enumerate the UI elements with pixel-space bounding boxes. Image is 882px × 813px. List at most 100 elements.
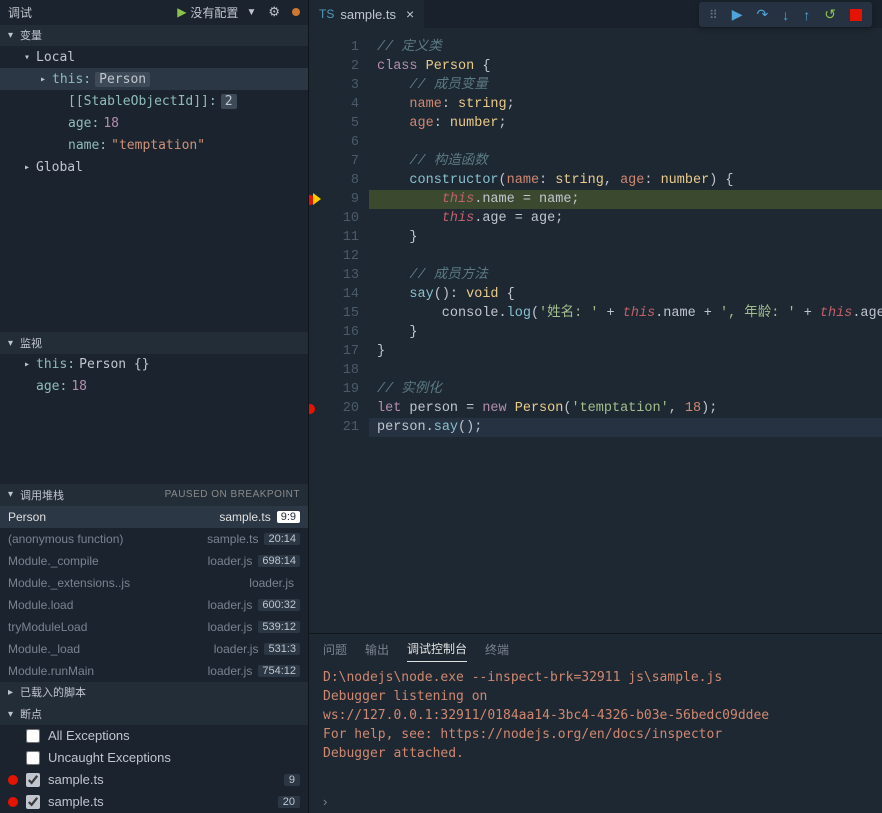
debug-console-prompt[interactable]: › [309,790,882,813]
var-age[interactable]: age:18 [0,112,308,134]
continue-button[interactable]: ▶ [732,6,743,23]
code-line[interactable]: console.log('姓名: ' + this.name + ', 年龄: … [377,304,882,323]
main-area: TS sample.ts × ⠿ ▶ ↷ ↓ ↑ ↺ 1234567891011… [309,0,882,813]
callstack-section-label: 调用堆栈 [20,487,64,503]
debug-console-output: D:\nodejs\node.exe --inspect-brk=32911 j… [309,664,882,790]
breakpoints-body: All Exceptions Uncaught Exceptions sampl… [0,725,308,813]
code-line[interactable]: say(): void { [377,285,882,304]
step-over-button[interactable]: ↷ [757,6,769,23]
debug-toolbar[interactable]: ⠿ ▶ ↷ ↓ ↑ ↺ [699,2,872,27]
callstack-frame[interactable]: Module.runMainloader.js754:12 [0,660,308,682]
code-line[interactable] [377,247,882,266]
step-out-button[interactable]: ↑ [803,7,810,23]
callstack-frame[interactable]: Module._extensions..jsloader.js [0,572,308,594]
console-line: For help, see: https://nodejs.org/en/doc… [323,725,868,744]
callstack-frame[interactable]: Personsample.ts9:9 [0,506,308,528]
watch-item[interactable]: ▸this:Person {} [0,354,308,376]
callstack-section-header[interactable]: ▾ 调用堆栈 PAUSED ON BREAKPOINT [0,484,308,506]
bp-uncaught-exceptions[interactable]: Uncaught Exceptions [0,747,308,769]
bp-all-exceptions-checkbox[interactable] [26,729,40,743]
breakpoints-section-header[interactable]: ▾ 断点 [0,703,308,725]
loaded-scripts-header[interactable]: ▸ 已载入的脚本 [0,682,308,704]
typescript-file-icon: TS [319,7,334,21]
breakpoint-item[interactable]: sample.ts20 [0,791,308,813]
code-line[interactable]: // 构造函数 [377,152,882,171]
scope-local[interactable]: ▾Local [0,46,308,68]
code-line[interactable]: class Person { [377,57,882,76]
code-line[interactable]: name: string; [377,95,882,114]
stop-button[interactable] [850,9,862,21]
code-line[interactable] [377,361,882,380]
code-line[interactable]: person.say(); [369,418,882,437]
var-stableobjectid[interactable]: [[StableObjectId]]:2 [0,90,308,112]
code-line[interactable]: constructor(name: string, age: number) { [377,171,882,190]
step-into-button[interactable]: ↓ [782,7,789,23]
bp-uncaught-exceptions-checkbox[interactable] [26,751,40,765]
panel-tab[interactable]: 终端 [485,637,509,662]
drag-grip-icon[interactable]: ⠿ [709,8,718,22]
watch-section-header[interactable]: ▾ 监视 [0,332,308,354]
callstack-frame[interactable]: Module.loadloader.js600:32 [0,594,308,616]
console-line: Debugger listening on [323,687,868,706]
code-line[interactable]: // 实例化 [377,380,882,399]
breakpoint-checkbox[interactable] [26,795,40,809]
watch-body: ▸this:Person {}age:18 [0,354,308,484]
code-editor[interactable]: 123456789101112131415161718192021 // 定义类… [309,28,882,633]
console-line: D:\nodejs\node.exe --inspect-brk=32911 j… [323,668,868,687]
breakpoint-dot-icon [8,797,18,807]
breakpoint-checkbox[interactable] [26,773,40,787]
tab-sample-ts[interactable]: TS sample.ts × [309,0,424,28]
restart-button[interactable]: ↺ [824,6,836,23]
code-line[interactable]: } [377,323,882,342]
variables-section-label: 变量 [20,27,42,43]
debug-config-label[interactable]: 没有配置 [190,4,238,21]
bp-all-exceptions[interactable]: All Exceptions [0,725,308,747]
editor-tabbar: TS sample.ts × ⠿ ▶ ↷ ↓ ↑ ↺ [309,0,882,28]
scope-global[interactable]: ▸Global [0,156,308,178]
gear-icon[interactable]: ⚙ [268,4,280,20]
chevron-down-icon: ▾ [8,489,20,500]
code-content[interactable]: // 定义类class Person { // 成员变量 name: strin… [369,28,882,633]
watch-section-label: 监视 [20,335,42,351]
variables-section-header[interactable]: ▾ 变量 [0,25,308,47]
code-line[interactable]: // 定义类 [377,38,882,57]
breakpoint-item[interactable]: sample.ts9 [0,769,308,791]
code-line[interactable]: } [377,228,882,247]
loaded-scripts-label: 已载入的脚本 [20,684,86,700]
code-line[interactable]: let person = new Person('temptation', 18… [377,399,882,418]
console-line: Debugger attached. [323,744,868,763]
callstack-frame[interactable]: (anonymous function)sample.ts20:14 [0,528,308,550]
config-dropdown-icon[interactable]: ▼ [246,7,256,18]
var-this[interactable]: ▸this:Person [0,68,308,90]
var-name[interactable]: name:"temptation" [0,134,308,156]
chevron-right-icon: ▸ [8,687,20,698]
panel-tab[interactable]: 输出 [365,637,389,662]
panel-tab[interactable]: 调试控制台 [407,636,467,662]
tab-label: sample.ts [340,7,396,22]
code-line[interactable]: // 成员变量 [377,76,882,95]
code-line[interactable]: this.name = name; [369,190,882,209]
bottom-panel: 问题输出调试控制台终端 D:\nodejs\node.exe --inspect… [309,633,882,813]
debug-title: 调试 [8,4,32,21]
panel-tab[interactable]: 问题 [323,637,347,662]
breakpoint-dot-icon [8,775,18,785]
start-debug-icon[interactable]: ▶ [177,5,186,19]
console-line: ws://127.0.0.1:32911/0184aa14-3bc4-4326-… [323,706,868,725]
code-line[interactable] [377,133,882,152]
chevron-down-icon: ▾ [8,709,20,720]
chevron-down-icon: ▾ [8,338,20,349]
code-line[interactable]: } [377,342,882,361]
close-tab-icon[interactable]: × [406,6,414,22]
breakpoints-section-label: 断点 [20,706,42,722]
chevron-down-icon: ▾ [8,30,20,41]
watch-item[interactable]: age:18 [0,376,308,398]
callstack-frame[interactable]: Module._loadloader.js531:3 [0,638,308,660]
breakpoint-gutter-icon[interactable] [309,404,315,414]
code-line[interactable]: this.age = age; [377,209,882,228]
code-line[interactable]: // 成员方法 [377,266,882,285]
execution-pointer-icon [313,193,321,205]
callstack-frame[interactable]: tryModuleLoadloader.js539:12 [0,616,308,638]
line-gutter[interactable]: 123456789101112131415161718192021 [309,28,369,633]
code-line[interactable]: age: number; [377,114,882,133]
callstack-frame[interactable]: Module._compileloader.js698:14 [0,550,308,572]
